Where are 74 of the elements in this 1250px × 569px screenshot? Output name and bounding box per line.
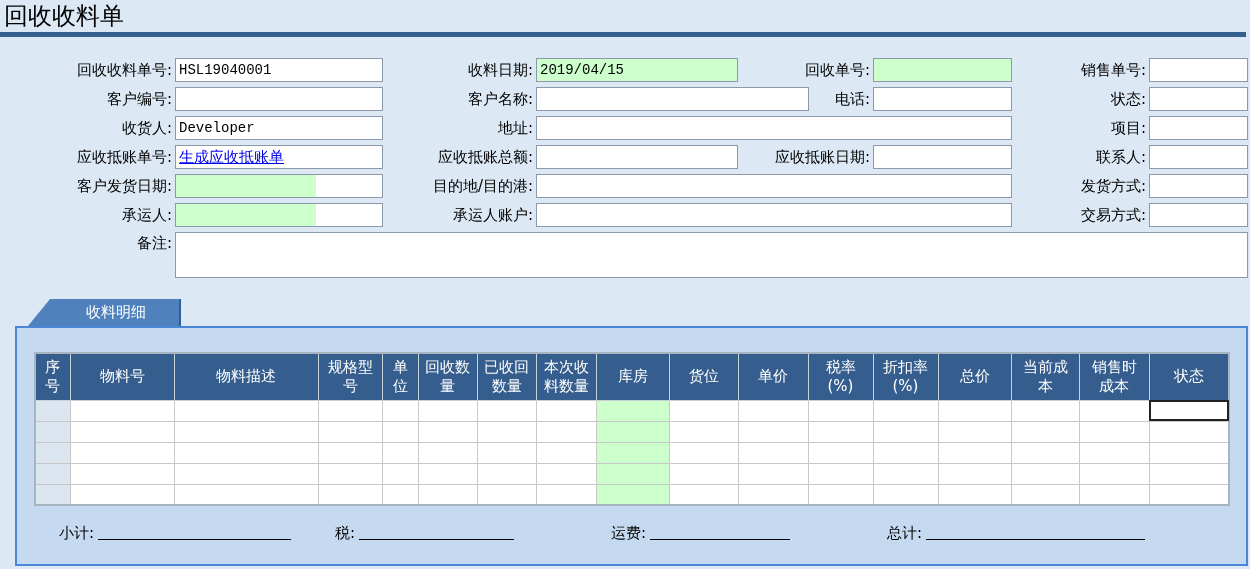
- input-field[interactable]: [1149, 116, 1248, 140]
- field-label: 收货人:: [120, 118, 172, 139]
- total-label: 运费:: [609, 524, 646, 543]
- total-label: 税:: [333, 524, 355, 543]
- column-header[interactable]: 本次收料数量: [536, 353, 596, 400]
- input-field[interactable]: HSL19040001: [175, 58, 383, 82]
- input-field[interactable]: [1149, 145, 1248, 169]
- field-label: 回收单号:: [803, 60, 870, 81]
- field-label: 项目:: [1109, 118, 1146, 139]
- field-label: 目的地/目的港:: [431, 176, 533, 197]
- table-cell[interactable]: [35, 442, 70, 463]
- field-label: 回收收料单号:: [75, 60, 172, 81]
- field-label: 销售单号:: [1079, 60, 1146, 81]
- column-header[interactable]: 单价: [738, 353, 808, 400]
- input-field[interactable]: [175, 87, 383, 111]
- table-cell[interactable]: [35, 463, 70, 484]
- input-field[interactable]: [873, 58, 1012, 82]
- column-header[interactable]: 已收回数量: [477, 353, 536, 400]
- field-label: 电话:: [833, 89, 870, 110]
- input-field[interactable]: [1149, 58, 1248, 82]
- total-label: 小计:: [57, 524, 94, 543]
- input-field[interactable]: [536, 116, 1012, 140]
- tab[interactable]: 收料明细: [28, 299, 181, 326]
- column-header[interactable]: 货位: [669, 353, 738, 400]
- column-header[interactable]: 序号: [35, 353, 70, 400]
- field-label: 备注:: [135, 233, 172, 254]
- input-field[interactable]: [175, 203, 383, 227]
- input-field[interactable]: [536, 87, 809, 111]
- input-field[interactable]: [536, 174, 1012, 198]
- column-header[interactable]: 折扣率 (%): [873, 353, 938, 400]
- input-field[interactable]: [873, 87, 1012, 111]
- field-label: 发货方式:: [1079, 176, 1146, 197]
- input-field[interactable]: Developer: [175, 116, 383, 140]
- column-header[interactable]: 规格型号: [318, 353, 382, 400]
- field-label: 应收抵账总额:: [436, 147, 533, 168]
- column-header[interactable]: 当前成本: [1011, 353, 1079, 400]
- column-header[interactable]: 总价: [938, 353, 1011, 400]
- field-label: 联系人:: [1094, 147, 1146, 168]
- column-header[interactable]: 物料描述: [174, 353, 318, 400]
- field-label: 地址:: [496, 118, 533, 139]
- input-field[interactable]: [1149, 87, 1248, 111]
- field-label: 客户名称:: [466, 89, 533, 110]
- field-label: 承运人账户:: [451, 205, 533, 226]
- input-field[interactable]: [873, 145, 1012, 169]
- field-label: 客户编号:: [105, 89, 172, 110]
- column-header[interactable]: 销售时成本: [1079, 353, 1149, 400]
- field-label: 状态:: [1109, 89, 1146, 110]
- table-cell[interactable]: [35, 484, 70, 505]
- input-field[interactable]: [175, 232, 1248, 278]
- field-label: 应收抵账单号:: [75, 147, 172, 168]
- column-header[interactable]: 状态: [1149, 353, 1229, 400]
- field-label: 承运人:: [120, 205, 172, 226]
- column-header[interactable]: 税率 (%): [808, 353, 873, 400]
- input-field[interactable]: 2019/04/15: [536, 58, 738, 82]
- input-field[interactable]: [1149, 174, 1248, 198]
- input-field[interactable]: [536, 145, 738, 169]
- column-header[interactable]: 库房: [596, 353, 669, 400]
- input-field[interactable]: [1149, 203, 1248, 227]
- field-label: 应收抵账日期:: [773, 147, 870, 168]
- table-cell[interactable]: [1149, 400, 1229, 421]
- field-label: 交易方式:: [1079, 205, 1146, 226]
- input-field[interactable]: [175, 174, 383, 198]
- field-label: 收料日期:: [466, 60, 533, 81]
- link[interactable]: 生成应收抵账单: [179, 148, 284, 166]
- table-cell[interactable]: [35, 400, 70, 421]
- table-cell[interactable]: [35, 421, 70, 442]
- total-label: 总计:: [885, 524, 922, 543]
- column-header[interactable]: 单位: [382, 353, 418, 400]
- input-field[interactable]: 生成应收抵账单: [175, 145, 383, 169]
- page-title: 回收收料单: [3, 1, 125, 32]
- column-header[interactable]: 物料号: [70, 353, 174, 400]
- input-field[interactable]: [536, 203, 1012, 227]
- column-header[interactable]: 回收数量: [418, 353, 477, 400]
- field-label: 客户发货日期:: [75, 176, 172, 197]
